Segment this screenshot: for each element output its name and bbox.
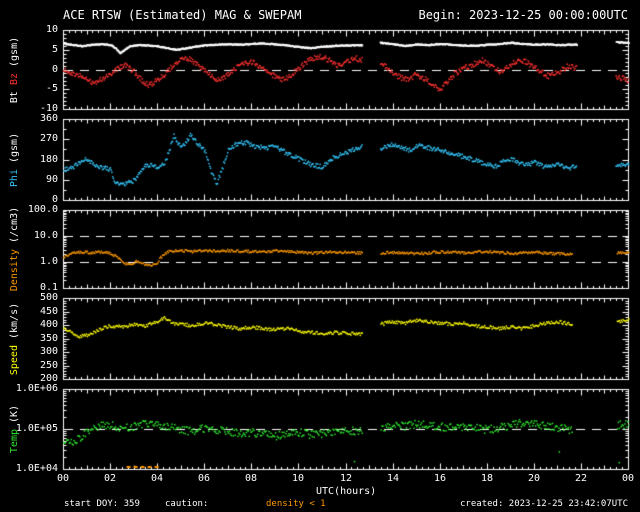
y-tick-label: 10 (45, 24, 58, 35)
begin-timestamp: Begin: 2023-12-25 00:00:00UTC (418, 8, 628, 22)
y-tick-label: 450 (39, 306, 58, 317)
x-tick-label: 06 (197, 473, 211, 484)
y-tick-label: 500 (39, 292, 58, 303)
created-timestamp: created: 2023-12-25 23:42:07UTC (460, 499, 628, 509)
y-tick-label: 250 (39, 360, 58, 371)
x-tick-label: 00 (56, 473, 70, 484)
panel-ylabel-density: Density (/cm3) (2, 207, 28, 291)
y-tick-label: 300 (39, 346, 58, 357)
y-tick-label: 180 (39, 154, 58, 165)
y-tick-label: 270 (39, 133, 58, 144)
y-tick-label: 100.0 (27, 204, 58, 215)
x-tick-label: 22 (574, 473, 588, 484)
y-tick-label: 400 (39, 319, 58, 330)
x-tick-label: 16 (433, 473, 447, 484)
y-tick-label: 10.0 (33, 230, 58, 241)
caution-label: caution: (165, 499, 209, 509)
page-title: ACE RTSW (Estimated) MAG & SWEPAM (63, 8, 302, 22)
x-axis-title: UTC(hours) (316, 486, 377, 497)
x-tick-label: 12 (339, 473, 353, 484)
x-tick-label: 20 (527, 473, 541, 484)
y-tick-label: -5 (45, 83, 58, 94)
start-doy-label: start DOY: 359 (64, 499, 140, 509)
x-tick-label: 00 (621, 473, 635, 484)
chart-canvas (0, 0, 640, 512)
x-tick-label: 04 (150, 473, 164, 484)
x-tick-label: 14 (386, 473, 400, 484)
y-tick-label: 350 (39, 333, 58, 344)
y-tick-label: 1.0E+05 (15, 423, 58, 434)
y-tick-label: 0 (51, 64, 58, 75)
x-tick-label: 10 (291, 473, 305, 484)
y-tick-label: 5 (51, 44, 58, 55)
x-tick-label: 18 (480, 473, 494, 484)
x-tick-label: 02 (103, 473, 117, 484)
y-tick-label: 90 (45, 174, 58, 185)
y-tick-label: 360 (39, 113, 58, 124)
ace-rtsw-plot: ACE RTSW (Estimated) MAG & SWEPAM Begin:… (0, 0, 640, 512)
caution-value: density < 1 (266, 499, 326, 509)
x-tick-label: 08 (244, 473, 258, 484)
y-tick-label: 1.0 (39, 256, 58, 267)
y-tick-label: 1.0E+06 (15, 383, 58, 394)
